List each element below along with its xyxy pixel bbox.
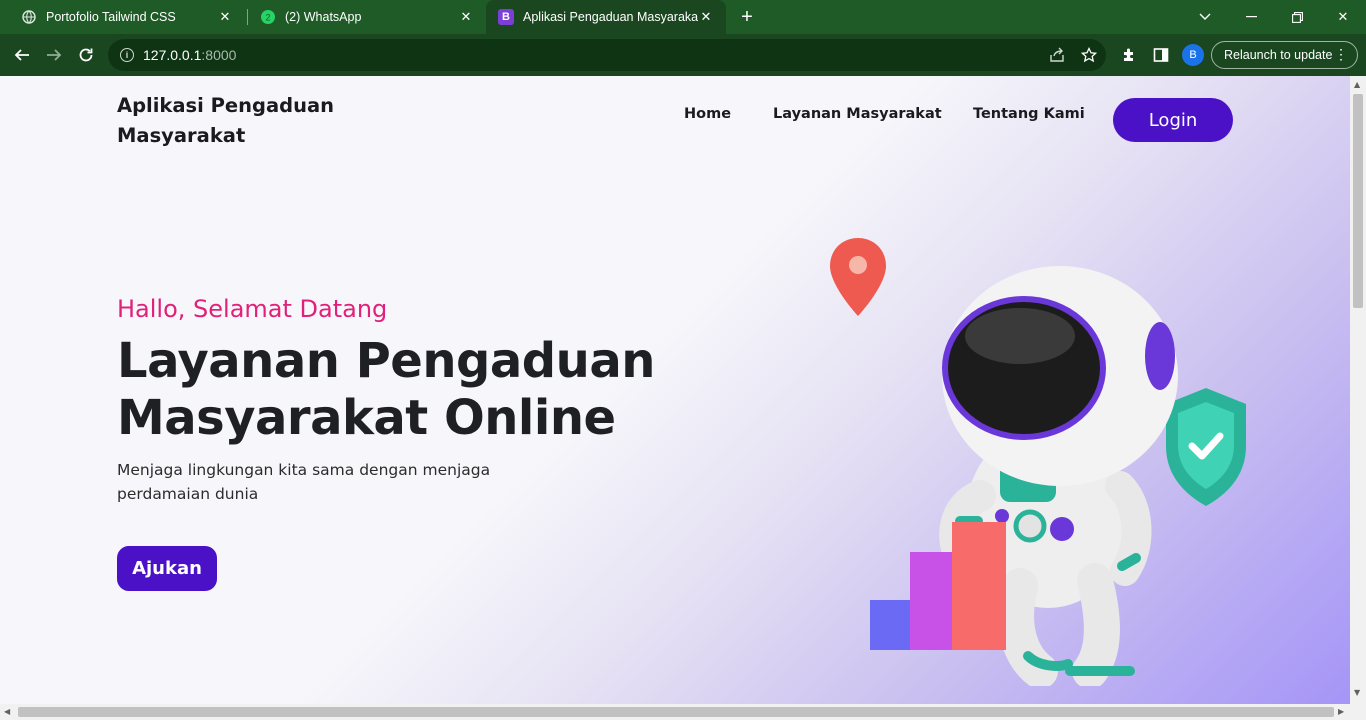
whatsapp-badge: 2 (265, 13, 270, 23)
horizontal-scrollbar[interactable]: ◀ ▶ (0, 704, 1366, 720)
more-menu-icon[interactable]: ⋮ (1334, 46, 1348, 63)
brand-title[interactable]: Aplikasi Pengaduan Masyarakat (117, 91, 357, 151)
close-tab-icon[interactable]: ✕ (698, 9, 714, 25)
bootstrap-icon: B (498, 9, 514, 25)
greeting-text: Hallo, Selamat Datang (117, 295, 388, 323)
new-tab-icon[interactable]: + (736, 6, 758, 28)
tab-title: (2) WhatsApp (285, 10, 362, 24)
vertical-scrollbar[interactable]: ▲ ▼ (1350, 76, 1366, 704)
whatsapp-icon: 2 (260, 9, 276, 25)
login-button[interactable]: Login (1113, 98, 1233, 142)
bookmark-star-icon[interactable] (1077, 43, 1101, 67)
horizontal-scroll-thumb[interactable] (18, 707, 1334, 717)
tab-title: Aplikasi Pengaduan Masyarakat (523, 10, 698, 24)
astronaut-helmet (942, 266, 1178, 486)
hero-subtext: Menjaga lingkungan kita sama dengan menj… (117, 461, 491, 503)
nav-home[interactable]: Home (684, 106, 731, 122)
scroll-right-icon[interactable]: ▶ (1338, 707, 1344, 716)
tab-pengaduan[interactable]: B Aplikasi Pengaduan Masyarakat ✕ (486, 0, 726, 34)
close-window-icon[interactable]: ✕ (1320, 0, 1366, 34)
nav-tentang-kami[interactable]: Tentang Kami (973, 106, 1085, 122)
tab-portfolio[interactable]: Portofolio Tailwind CSS ✕ (9, 0, 245, 34)
share-icon[interactable] (1045, 43, 1069, 67)
restore-icon[interactable] (1274, 0, 1320, 34)
relaunch-label: Relaunch to update (1224, 48, 1333, 62)
astronaut-illustration (830, 238, 1246, 686)
browser-toolbar: i 127.0.0.1:8000 B Relaunch to update ⋮ (0, 34, 1366, 76)
forward-arrow-icon[interactable] (42, 43, 66, 67)
url-host: 127.0.0.1 (143, 47, 202, 63)
relaunch-button[interactable]: Relaunch to update ⋮ (1211, 41, 1358, 69)
close-tab-icon[interactable]: ✕ (458, 9, 474, 25)
profile-avatar[interactable]: B (1182, 44, 1204, 66)
scroll-up-icon[interactable]: ▲ (1354, 80, 1360, 89)
nav-layanan-masyarakat[interactable]: Layanan Masyarakat (773, 106, 942, 122)
side-panel-icon[interactable] (1149, 43, 1173, 67)
url-port: :8000 (201, 47, 237, 63)
globe-icon (21, 9, 37, 25)
favicon-letter: B (498, 9, 514, 25)
location-pin-icon (830, 238, 886, 316)
shield-check-icon (1166, 388, 1246, 506)
tab-title: Portofolio Tailwind CSS (46, 10, 176, 24)
extensions-icon[interactable] (1117, 43, 1141, 67)
back-arrow-icon[interactable] (10, 43, 34, 67)
tab-search-icon[interactable] (1182, 0, 1228, 34)
vertical-scroll-thumb[interactable] (1353, 94, 1363, 308)
ajukan-button[interactable]: Ajukan (117, 546, 217, 591)
bar-chart-graphic (870, 522, 1006, 650)
tab-whatsapp[interactable]: 2 (2) WhatsApp ✕ (248, 0, 486, 34)
scroll-left-icon[interactable]: ◀ (4, 707, 10, 716)
reload-icon[interactable] (74, 43, 98, 67)
close-tab-icon[interactable]: ✕ (217, 9, 233, 25)
tab-strip: Portofolio Tailwind CSS ✕ 2 (2) WhatsApp… (0, 0, 1366, 34)
site-info-icon[interactable]: i (120, 48, 134, 62)
minimize-icon[interactable] (1228, 0, 1274, 34)
scroll-down-icon[interactable]: ▼ (1354, 688, 1360, 697)
address-bar[interactable]: i 127.0.0.1:8000 (108, 39, 1106, 71)
hero-headline: Layanan Pengaduan Masyarakat Online (117, 333, 655, 446)
web-page: Aplikasi Pengaduan Masyarakat Home Layan… (0, 76, 1350, 704)
